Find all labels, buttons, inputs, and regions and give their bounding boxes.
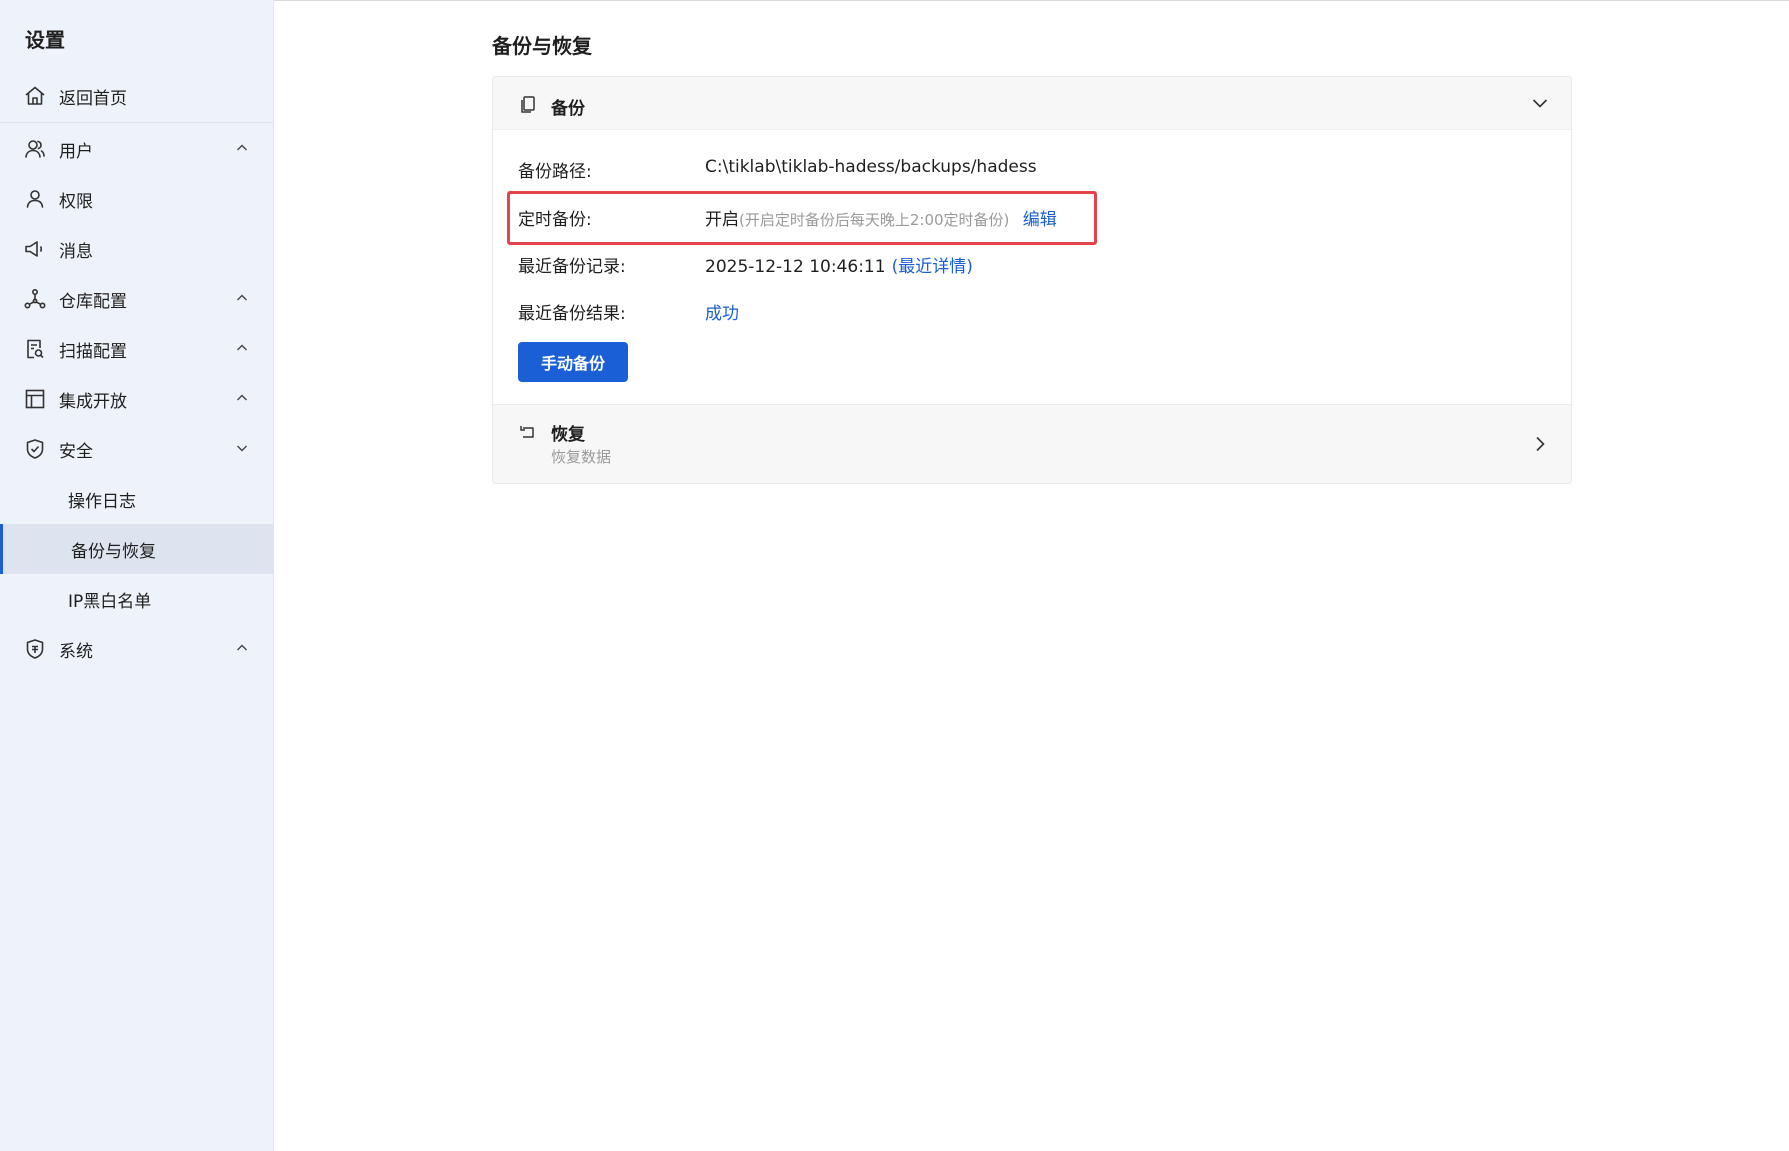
sidebar-item-label: 扫描配置 [59,341,127,362]
backup-title: 备份 [551,99,585,119]
chevron-up-icon [234,340,250,356]
sidebar-item-ip-list[interactable]: IP黑白名单 [0,574,274,624]
users-icon [23,137,47,161]
layout-icon [23,387,47,411]
restore-title: 恢复 [551,425,585,445]
sidebar-title: 设置 [25,28,65,52]
backup-result-value[interactable]: 成功 [705,299,739,324]
sidebar-item-system[interactable]: 系统 [0,624,274,674]
sidebar-item-integration[interactable]: 集成开放 [0,374,274,424]
system-shield-icon [23,637,47,661]
sidebar-item-label: 集成开放 [59,391,127,412]
backup-path-value: C:\tiklab\tiklab-hadess/backups/hadess [705,157,1037,177]
shield-icon [23,437,47,461]
restore-desc: 恢复数据 [551,448,612,466]
recent-backup-label: 最近备份记录: [518,257,626,277]
sidebar: 设置 返回首页 用户 权限 消息 仓库配置 扫描配置 集成开放 安全 操作日志 … [0,0,274,1151]
sidebar-item-label: 仓库配置 [59,291,127,312]
chevron-down-icon [234,440,250,456]
sidebar-item-label: 系统 [59,641,93,662]
sidebar-item-permissions[interactable]: 权限 [0,174,274,224]
schedule-backup-value: 开启(开启定时备份后每天晚上2:00定时备份) 编辑 [705,205,1057,230]
sidebar-item-operation-log[interactable]: 操作日志 [0,474,274,524]
sidebar-item-scan-config[interactable]: 扫描配置 [0,324,274,374]
recent-details-link[interactable]: (最近详情) [892,257,973,277]
backup-result-label: 最近备份结果: [518,304,626,324]
user-icon [23,187,47,211]
sidebar-item-label: 备份与恢复 [71,541,156,562]
chevron-up-icon [234,390,250,406]
sidebar-divider [0,122,274,123]
schedule-status: 开启 [705,210,739,230]
sidebar-item-label: 权限 [59,191,93,212]
sidebar-item-backup-restore[interactable]: 备份与恢复 [0,524,274,574]
chevron-right-icon [1530,434,1550,454]
chevron-up-icon [234,140,250,156]
home-icon [23,84,47,108]
sidebar-item-label: 消息 [59,241,93,262]
sidebar-item-label: 操作日志 [68,491,136,512]
sidebar-item-label: 返回首页 [59,88,127,109]
backup-panel-header[interactable]: 备份 [493,77,1571,130]
sidebar-item-security[interactable]: 安全 [0,424,274,474]
schedule-edit-link[interactable]: 编辑 [1023,210,1057,230]
sidebar-item-home[interactable]: 返回首页 [0,71,274,121]
sidebar-item-users[interactable]: 用户 [0,124,274,174]
sidebar-item-repository-config[interactable]: 仓库配置 [0,274,274,324]
restore-panel[interactable]: 恢复 恢复数据 [493,404,1571,483]
schedule-backup-label: 定时备份: [518,210,592,230]
page-title: 备份与恢复 [492,34,592,58]
sidebar-item-messages[interactable]: 消息 [0,224,274,274]
recent-backup-time: 2025-12-12 10:46:11 [705,257,886,277]
megaphone-icon [23,237,47,261]
manual-backup-button[interactable]: 手动备份 [518,342,628,382]
sidebar-item-label: 安全 [59,441,93,462]
sidebar-item-label: 用户 [59,141,93,162]
active-indicator [0,524,3,574]
copy-icon [518,94,538,114]
recent-backup-value: 2025-12-12 10:46:11 (最近详情) [705,252,973,277]
undo-icon [518,422,538,442]
sidebar-item-label: IP黑白名单 [68,591,152,612]
network-icon [23,287,47,311]
backup-card: 备份 备份路径: C:\tiklab\tiklab-hadess/backups… [492,76,1572,484]
chevron-up-icon [234,290,250,306]
chevron-up-icon [234,640,250,656]
scan-doc-icon [23,337,47,361]
backup-path-label: 备份路径: [518,162,592,182]
schedule-hint: (开启定时备份后每天晚上2:00定时备份) [739,211,1010,229]
chevron-down-icon[interactable] [1530,93,1550,113]
